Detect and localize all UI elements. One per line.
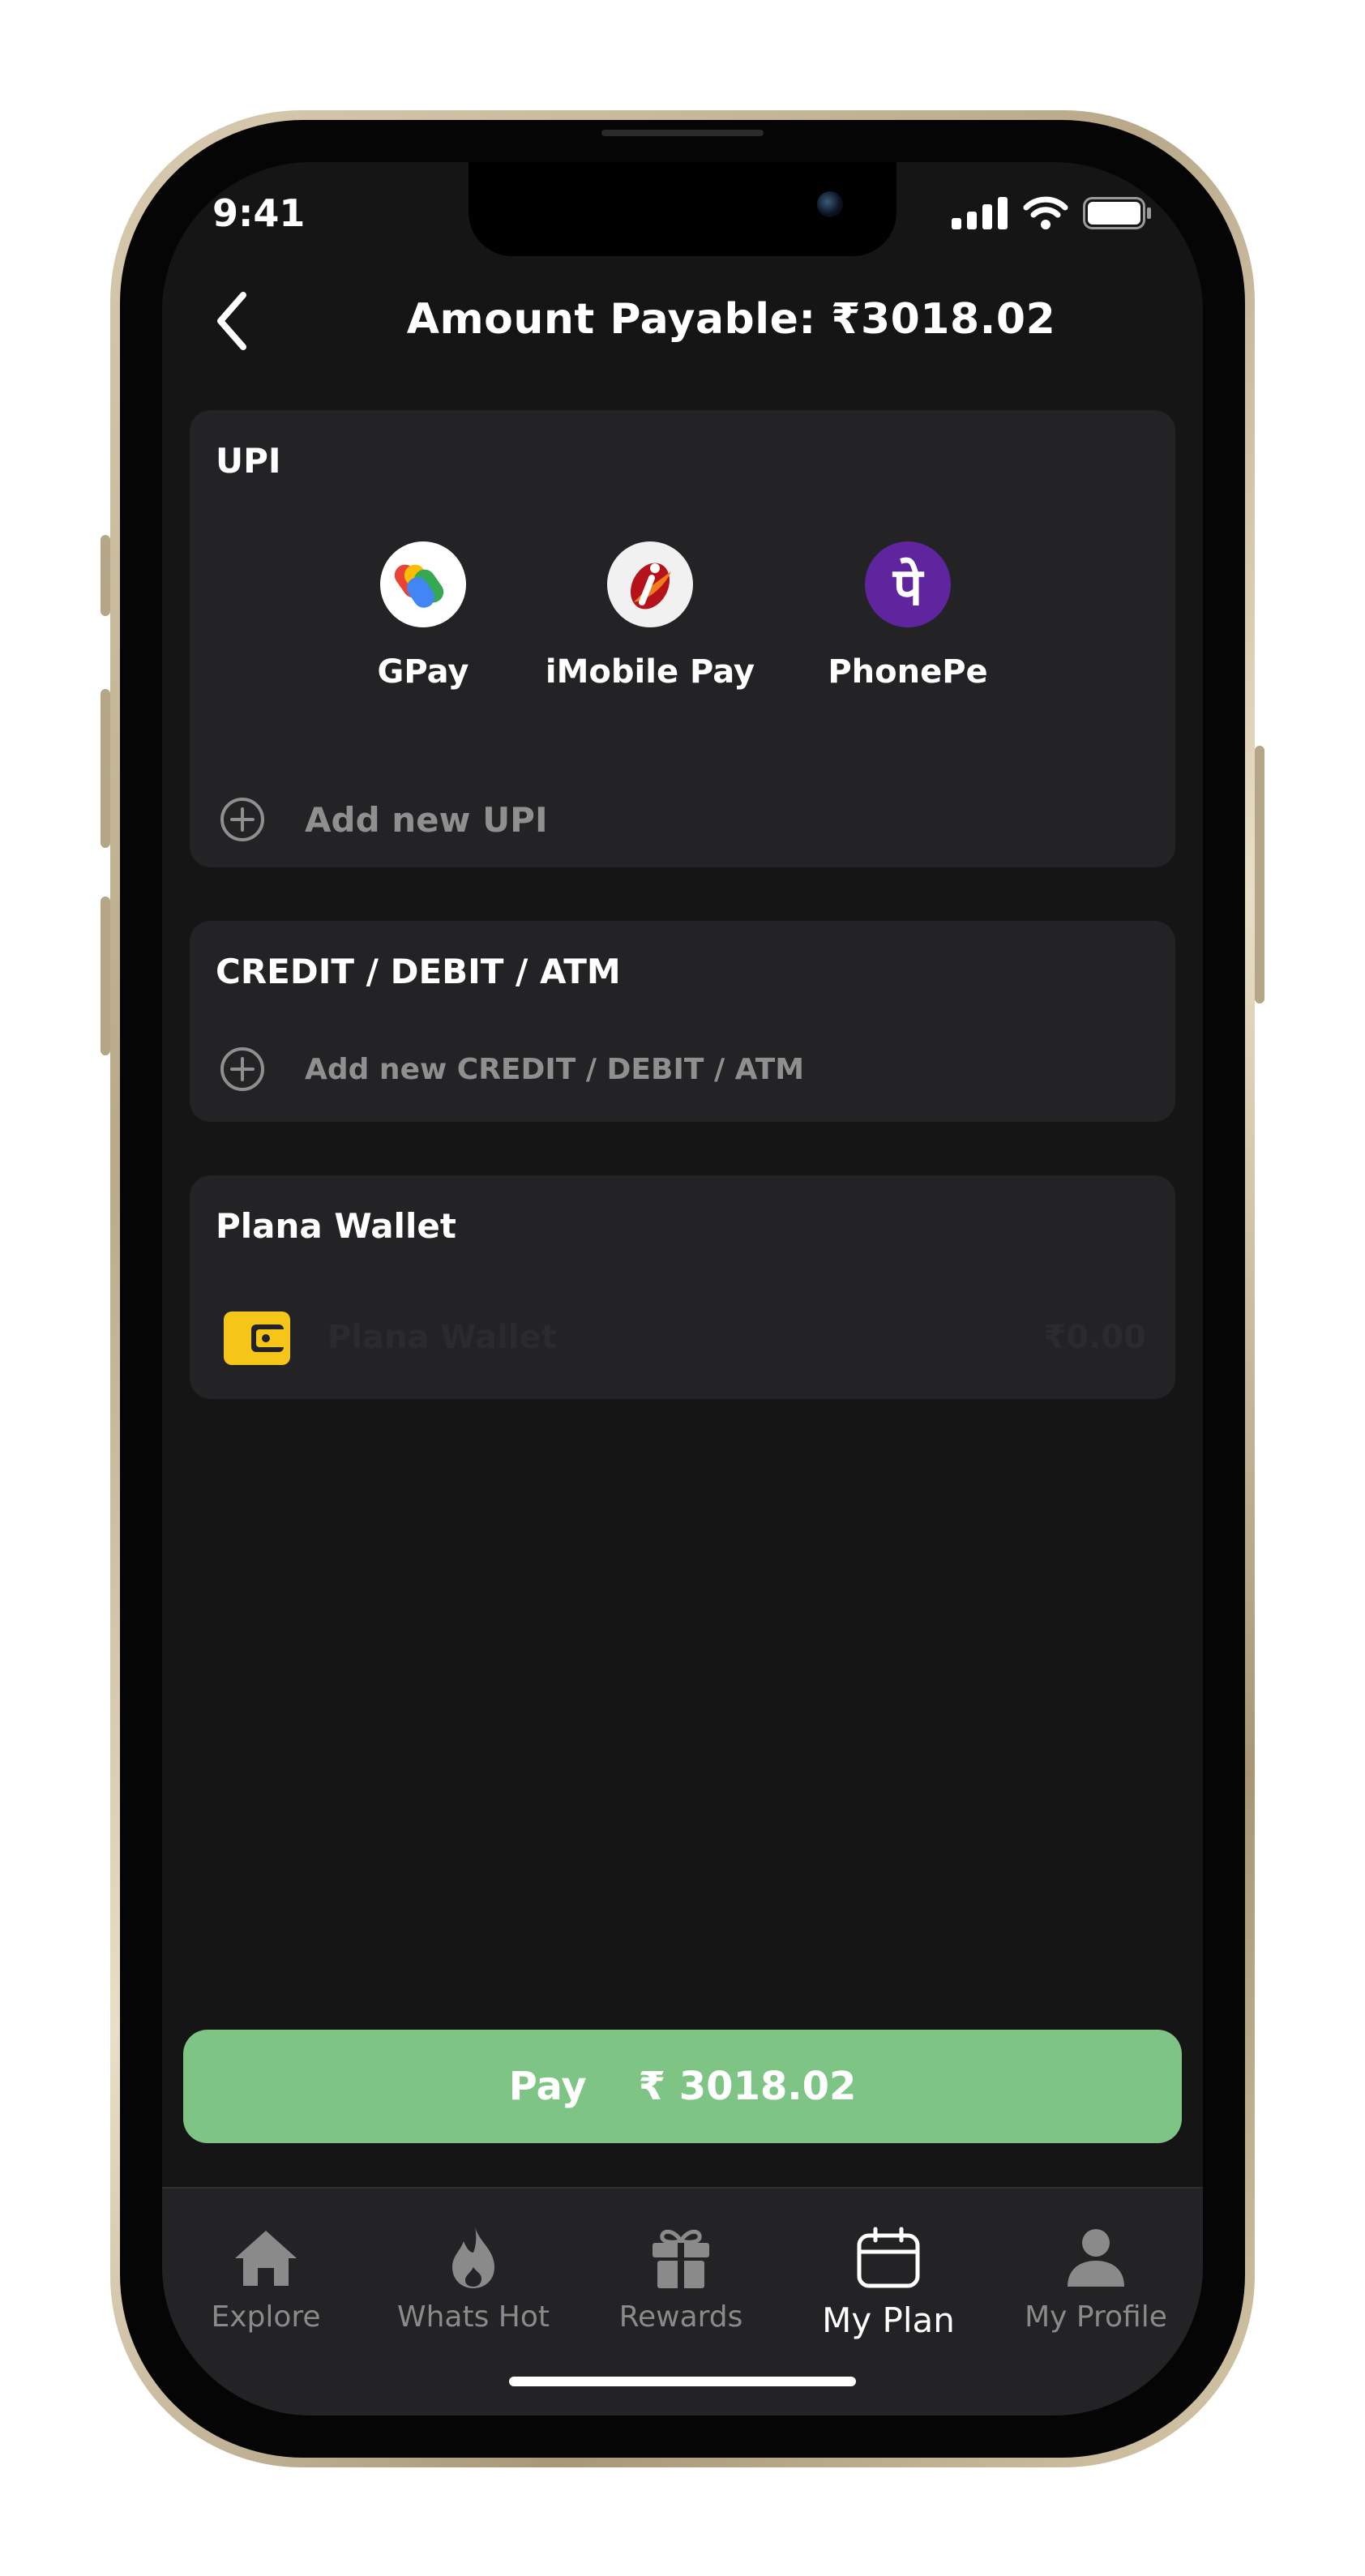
- wallet-option-label: Plana Wallet: [327, 1319, 557, 1356]
- back-chevron-icon[interactable]: [214, 289, 250, 353]
- gpay-icon: [380, 541, 466, 627]
- power-button: [1255, 746, 1264, 1003]
- wallet-section-title: Plana Wallet: [216, 1206, 456, 1246]
- phonepe-icon: पे: [865, 541, 951, 627]
- calendar-icon: [857, 2227, 920, 2288]
- battery-icon: [1083, 197, 1151, 229]
- home-indicator[interactable]: [509, 2377, 856, 2386]
- tab-label: Rewards: [618, 2300, 743, 2334]
- wallet-section: Plana Wallet Plana Wallet ₹0.00: [190, 1175, 1175, 1399]
- plus-circle-icon: [220, 1047, 264, 1091]
- plus-circle-icon: [220, 798, 264, 841]
- home-icon: [235, 2231, 297, 2286]
- upi-app-gpay[interactable]: GPay: [310, 541, 537, 691]
- pay-button[interactable]: Pay ₹ 3018.02: [183, 2030, 1182, 2143]
- tab-my-plan[interactable]: My Plan: [785, 2223, 992, 2340]
- flame-icon: [452, 2227, 494, 2288]
- wifi-icon: [1023, 196, 1068, 229]
- upi-app-imobile[interactable]: iMobile Pay: [537, 541, 764, 691]
- upi-section-title: UPI: [216, 441, 281, 481]
- add-card-button[interactable]: Add new CREDIT / DEBIT / ATM: [219, 1046, 804, 1093]
- tab-label: My Profile: [1025, 2300, 1167, 2334]
- screen: 9:41 Amount Payable: ₹3018.02 UPI GPay i…: [162, 162, 1203, 2416]
- upi-app-label: GPay: [377, 653, 469, 691]
- wallet-option[interactable]: Plana Wallet ₹0.00: [224, 1308, 1146, 1367]
- volume-down-button: [101, 896, 110, 1055]
- upi-app-label: PhonePe: [828, 653, 988, 691]
- tab-my-profile[interactable]: My Profile: [992, 2223, 1200, 2334]
- gift-icon: [653, 2229, 709, 2288]
- tab-explore[interactable]: Explore: [162, 2223, 370, 2334]
- header: Amount Payable: ₹3018.02: [162, 258, 1203, 387]
- person-icon: [1068, 2229, 1124, 2287]
- upi-section: UPI GPay iMobile Pay पे PhonePe Add new …: [190, 410, 1175, 867]
- add-upi-button[interactable]: Add new UPI: [219, 796, 548, 843]
- add-upi-label: Add new UPI: [305, 799, 548, 840]
- front-camera: [817, 191, 843, 217]
- tab-rewards[interactable]: Rewards: [577, 2223, 785, 2334]
- mute-switch: [101, 535, 110, 616]
- status-icons: [952, 196, 1153, 230]
- notch: [469, 162, 896, 256]
- imobile-icon: [607, 541, 693, 627]
- wallet-icon: [224, 1312, 290, 1365]
- card-section: CREDIT / DEBIT / ATM Add new CREDIT / DE…: [190, 921, 1175, 1122]
- upi-app-phonepe[interactable]: पे PhonePe: [794, 541, 1021, 691]
- tab-whats-hot[interactable]: Whats Hot: [370, 2223, 577, 2334]
- tab-label: Explore: [211, 2300, 321, 2334]
- pay-button-label: Pay: [508, 2064, 587, 2109]
- tab-label: Whats Hot: [397, 2300, 550, 2334]
- add-card-label: Add new CREDIT / DEBIT / ATM: [305, 1052, 805, 1086]
- earpiece-speaker: [601, 130, 764, 136]
- cellular-signal-icon: [952, 197, 1008, 229]
- status-time: 9:41: [212, 191, 306, 235]
- upi-app-label: iMobile Pay: [545, 653, 755, 691]
- card-section-title: CREDIT / DEBIT / ATM: [216, 952, 621, 991]
- page-title: Amount Payable: ₹3018.02: [406, 295, 1056, 344]
- volume-up-button: [101, 689, 110, 848]
- wallet-balance: ₹0.00: [1043, 1319, 1146, 1356]
- tab-label: My Plan: [822, 2300, 955, 2340]
- pay-button-amount: ₹ 3018.02: [638, 2064, 857, 2109]
